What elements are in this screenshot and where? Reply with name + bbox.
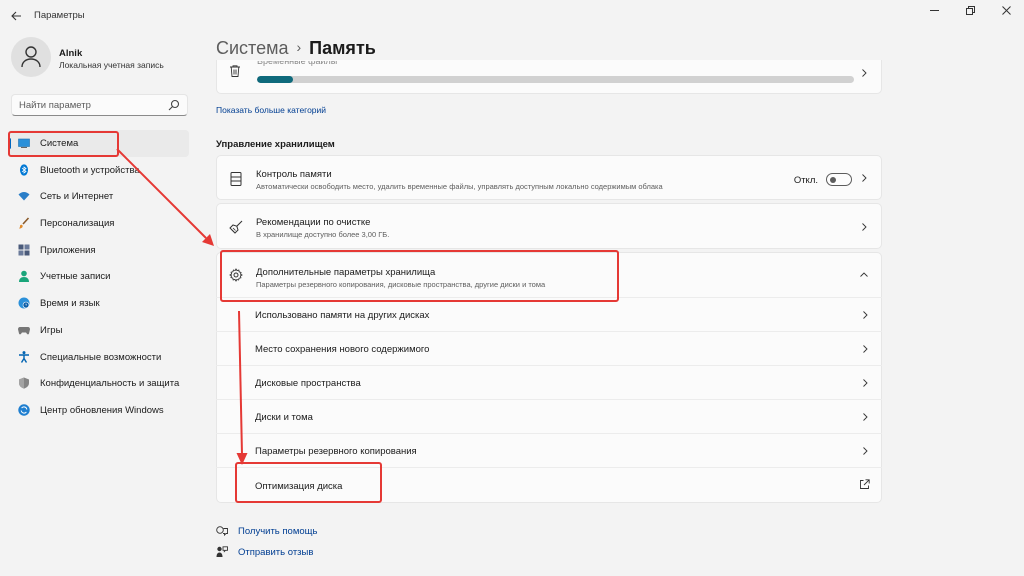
annotation-arrow — [116, 148, 207, 239]
annotation-arrow — [238, 310, 243, 456]
annotation-arrowhead — [236, 453, 248, 465]
annotation-arrows — [116, 148, 248, 465]
